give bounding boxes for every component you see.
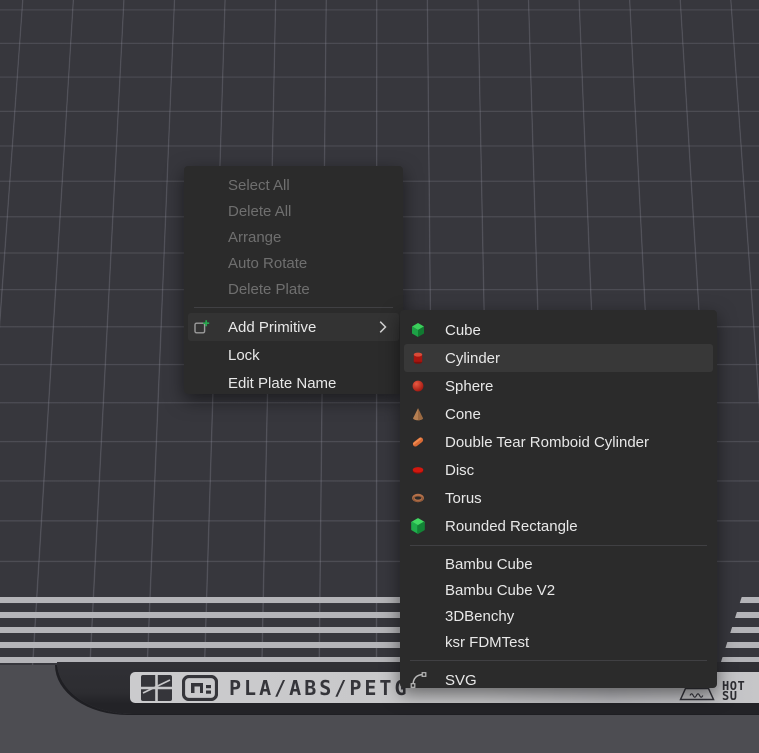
menu-item-delete-all[interactable]: Delete All: [184, 198, 403, 224]
bambu-logo-icon: [141, 675, 172, 706]
plate-corner-text: HOT SU: [722, 681, 745, 701]
submenu-separator: [410, 545, 707, 546]
plate-material-label: PLA/ABS/PETG: [229, 676, 410, 700]
menu-item-select-all[interactable]: Select All: [184, 172, 403, 198]
submenu-item-label: Cylinder: [445, 350, 500, 367]
plate-corner-text-line2: SU: [722, 689, 737, 703]
menu-item-label: Add Primitive: [228, 319, 316, 336]
submenu-item-label: Cone: [445, 406, 481, 423]
rounded-rectangle-icon: [410, 518, 426, 534]
menu-item-label: Select All: [228, 177, 290, 194]
sphere-icon: [410, 378, 426, 394]
submenu-item-label: Rounded Rectangle: [445, 518, 578, 535]
menu-item-label: Arrange: [228, 229, 281, 246]
menu-item-label: Auto Rotate: [228, 255, 307, 272]
submenu-item-torus[interactable]: Torus: [400, 484, 717, 512]
menu-item-label: Delete Plate: [228, 281, 310, 298]
add-primitive-submenu: Cube Cylinder: [400, 310, 717, 688]
viewport-3d[interactable]: PLA/ABS/PETG HOT SU Select All Delete Al…: [0, 0, 759, 753]
submenu-item-cube[interactable]: Cube: [400, 316, 717, 344]
menu-item-add-primitive[interactable]: Add Primitive: [188, 313, 399, 341]
submenu-item-label: Bambu Cube: [445, 556, 533, 573]
plate-context-menu: Select All Delete All Arrange Auto Rotat…: [184, 166, 403, 394]
submenu-item-cone[interactable]: Cone: [400, 400, 717, 428]
menu-item-label: Edit Plate Name: [228, 375, 336, 392]
submenu-item-double-tear-romboid-cylinder[interactable]: Double Tear Romboid Cylinder: [400, 428, 717, 456]
submenu-item-cylinder[interactable]: Cylinder: [404, 344, 713, 372]
menu-item-label: Lock: [228, 347, 260, 364]
menu-item-auto-rotate[interactable]: Auto Rotate: [184, 250, 403, 276]
menu-item-edit-plate-name[interactable]: Edit Plate Name: [184, 369, 403, 397]
submenu-separator: [410, 660, 707, 661]
add-primitive-icon: [193, 319, 211, 335]
submenu-item-label: Bambu Cube V2: [445, 582, 555, 599]
menu-item-delete-plate[interactable]: Delete Plate: [184, 276, 403, 302]
submenu-item-label: SVG: [445, 672, 477, 689]
submenu-item-svg[interactable]: SVG: [400, 666, 717, 694]
cylinder-icon: [410, 350, 426, 366]
cube-icon: [410, 322, 426, 338]
submenu-item-label: 3DBenchy: [445, 608, 514, 625]
plate-type-logo-icon: [182, 675, 218, 706]
submenu-item-3dbenchy[interactable]: 3DBenchy: [400, 603, 717, 629]
submenu-item-label: ksr FDMTest: [445, 634, 529, 651]
menu-item-arrange[interactable]: Arrange: [184, 224, 403, 250]
menu-separator: [194, 307, 393, 308]
submenu-item-rounded-rectangle[interactable]: Rounded Rectangle: [400, 512, 717, 540]
submenu-item-bambu-cube-v2[interactable]: Bambu Cube V2: [400, 577, 717, 603]
torus-icon: [410, 490, 426, 506]
submenu-item-disc[interactable]: Disc: [400, 456, 717, 484]
submenu-item-label: Torus: [445, 490, 482, 507]
menu-item-lock[interactable]: Lock: [184, 341, 403, 369]
submenu-item-sphere[interactable]: Sphere: [400, 372, 717, 400]
submenu-item-bambu-cube[interactable]: Bambu Cube: [400, 551, 717, 577]
double-tear-romboid-cylinder-icon: [410, 434, 426, 450]
chevron-right-icon: [379, 321, 387, 334]
cone-icon: [410, 406, 426, 422]
menu-item-label: Delete All: [228, 203, 291, 220]
disc-icon: [410, 462, 426, 478]
submenu-item-label: Sphere: [445, 378, 493, 395]
submenu-item-label: Double Tear Romboid Cylinder: [445, 434, 649, 451]
submenu-item-label: Disc: [445, 462, 474, 479]
svg-bezier-icon: [410, 672, 427, 689]
submenu-item-label: Cube: [445, 322, 481, 339]
submenu-item-ksr-fdmtest[interactable]: ksr FDMTest: [400, 629, 717, 655]
